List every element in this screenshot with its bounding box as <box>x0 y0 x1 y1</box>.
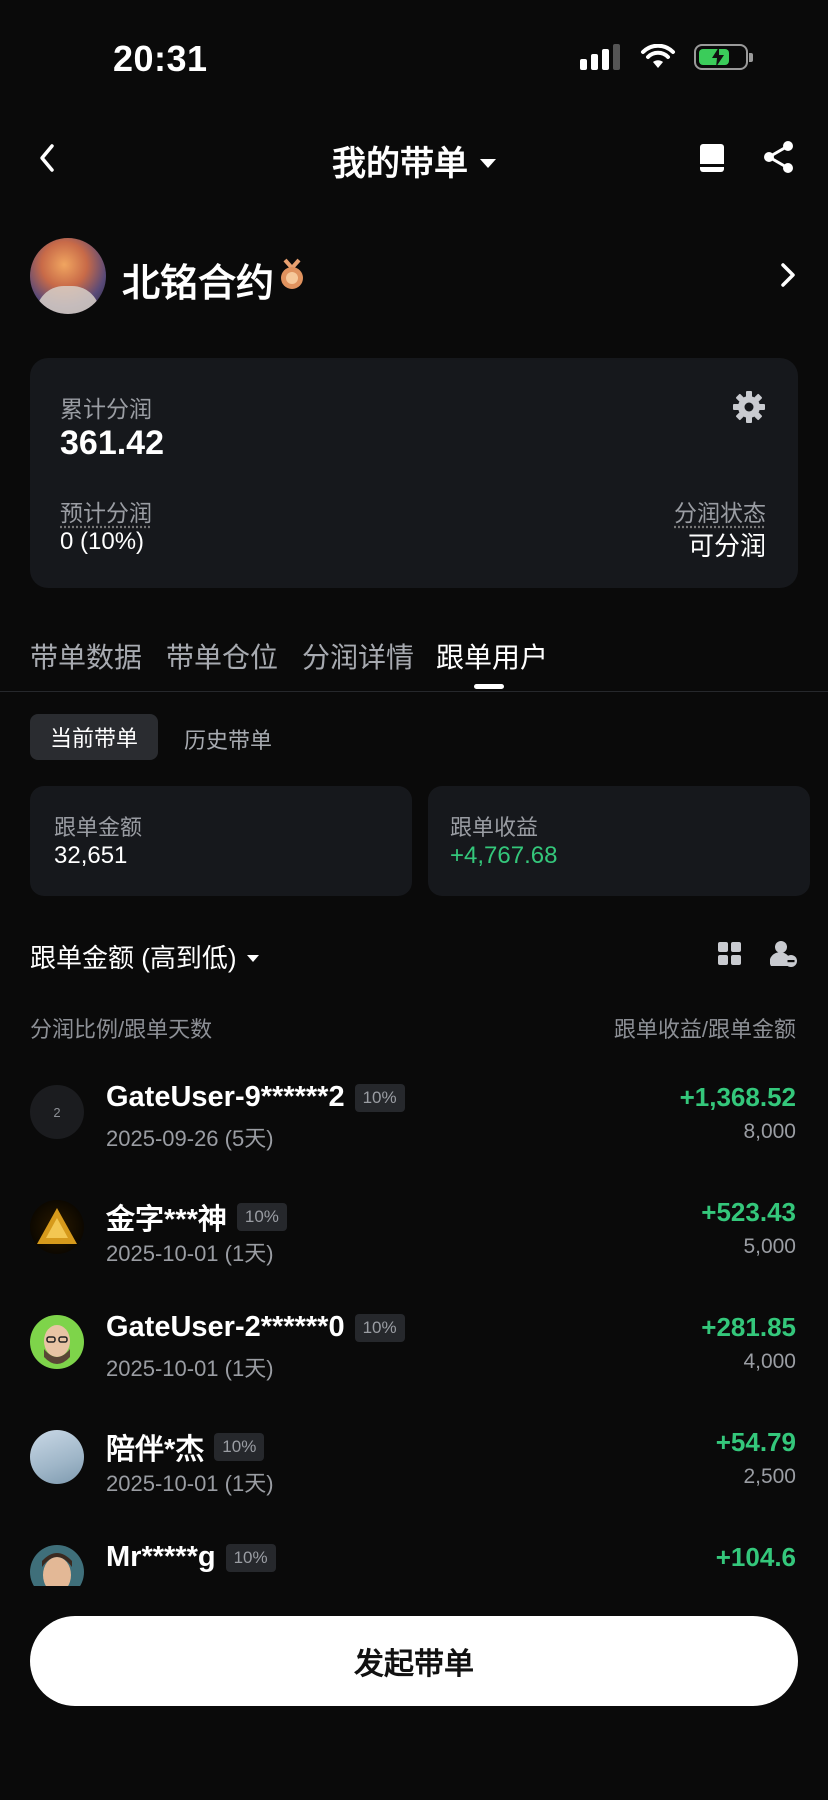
follower-profit: +523.43 <box>701 1197 796 1227</box>
estimated-profit-value: 0 (10%) <box>60 528 145 555</box>
ratio-badge: 10% <box>214 1433 265 1461</box>
column-header-left: 分润比例/跟单天数 <box>30 1017 213 1042</box>
follower-profit: +54.79 <box>715 1427 796 1457</box>
chevron-right-icon[interactable] <box>778 262 798 288</box>
follower-name: Mr*****g <box>106 1541 216 1573</box>
book-icon[interactable] <box>698 142 726 174</box>
follower-profit: +1,368.52 <box>679 1082 796 1112</box>
profit-status-value: 可分润 <box>687 531 766 561</box>
page-title: 我的带单 <box>332 145 468 183</box>
profile-name[interactable]: 北铭合约 <box>122 252 274 307</box>
subtab-current[interactable]: 当前带单 <box>30 714 158 760</box>
copy-profit-value: +4,767.68 <box>450 842 558 869</box>
follower-amount: 5,000 <box>743 1235 796 1258</box>
start-lead-button[interactable]: 发起带单 <box>30 1616 798 1706</box>
sort-dropdown[interactable]: 跟单金额 (高到低) <box>30 938 259 975</box>
status-icons <box>580 44 753 70</box>
follower-name: 陪伴*杰 <box>106 1434 205 1466</box>
user-remove-icon[interactable] <box>770 940 798 968</box>
ratio-badge: 10% <box>354 1083 405 1112</box>
gear-icon[interactable] <box>732 390 766 424</box>
follower-date: 2025-09-26 (5天) <box>106 1126 274 1151</box>
ratio-badge: 10% <box>354 1313 405 1342</box>
list-item[interactable]: 金字***神 10% <box>106 1196 287 1238</box>
follower-list: 2 GateUser-9******2 10% 2025-09-26 (5天) … <box>0 1050 828 1586</box>
copy-amount-value: 32,651 <box>54 842 128 869</box>
follower-name: GateUser-9******2 <box>106 1081 345 1113</box>
sort-label: 跟单金额 (高到低) <box>30 943 237 973</box>
share-icon[interactable] <box>762 140 796 174</box>
follower-name: 金字***神 <box>106 1204 227 1236</box>
tab-profit-details[interactable]: 分润详情 <box>302 636 414 676</box>
tab-indicator <box>474 684 504 689</box>
list-item[interactable]: Mr*****g 10% <box>106 1541 276 1574</box>
total-profit-label: 累计分润 <box>60 396 152 422</box>
tab-followers[interactable]: 跟单用户 <box>436 636 548 676</box>
follower-profit: +104.6 <box>715 1542 796 1572</box>
tab-divider <box>0 691 828 692</box>
list-item[interactable]: 陪伴*杰 10% <box>106 1426 265 1468</box>
tab-lead-data[interactable]: 带单数据 <box>30 636 142 676</box>
copy-amount-label: 跟单金额 <box>54 815 143 840</box>
follower-date: 2025-10-01 (1天) <box>106 1471 274 1496</box>
follower-name: GateUser-2******0 <box>106 1311 345 1343</box>
status-time: 20:31 <box>113 38 208 79</box>
battery-icon <box>694 44 753 70</box>
follower-date: 2025-10-01 (1天) <box>106 1356 274 1381</box>
list-item[interactable]: GateUser-2******0 10% <box>106 1311 405 1344</box>
tab-lead-positions[interactable]: 带单仓位 <box>166 636 278 676</box>
total-profit-value: 361.42 <box>60 424 164 462</box>
list-item[interactable]: GateUser-9******2 10% <box>106 1081 405 1114</box>
grid-icon[interactable] <box>718 942 742 966</box>
wifi-icon <box>641 44 675 68</box>
avatar <box>30 1545 84 1586</box>
subtab-history[interactable]: 历史带单 <box>184 723 272 755</box>
ratio-badge: 10% <box>236 1203 287 1231</box>
profit-status-label[interactable]: 分润状态 <box>674 494 766 528</box>
medal-icon <box>281 258 303 289</box>
caret-down-icon <box>246 954 259 962</box>
follower-amount: 2,500 <box>743 1465 796 1488</box>
caret-down-icon <box>480 158 496 168</box>
follower-amount: 4,000 <box>743 1350 796 1373</box>
avatar[interactable] <box>30 238 106 314</box>
ratio-badge: 10% <box>225 1543 276 1572</box>
follower-date: 2025-10-01 (1天) <box>106 1241 274 1266</box>
follower-profit: +281.85 <box>701 1312 796 1342</box>
copy-profit-label: 跟单收益 <box>450 815 539 840</box>
signal-icon <box>580 44 620 70</box>
estimated-profit-label[interactable]: 预计分润 <box>60 494 152 528</box>
avatar: 2 <box>30 1085 84 1139</box>
avatar <box>30 1430 84 1484</box>
avatar <box>30 1315 84 1369</box>
follower-amount: 8,000 <box>743 1120 796 1143</box>
column-header-right: 跟单收益/跟单金额 <box>613 1017 796 1042</box>
avatar <box>30 1200 84 1254</box>
